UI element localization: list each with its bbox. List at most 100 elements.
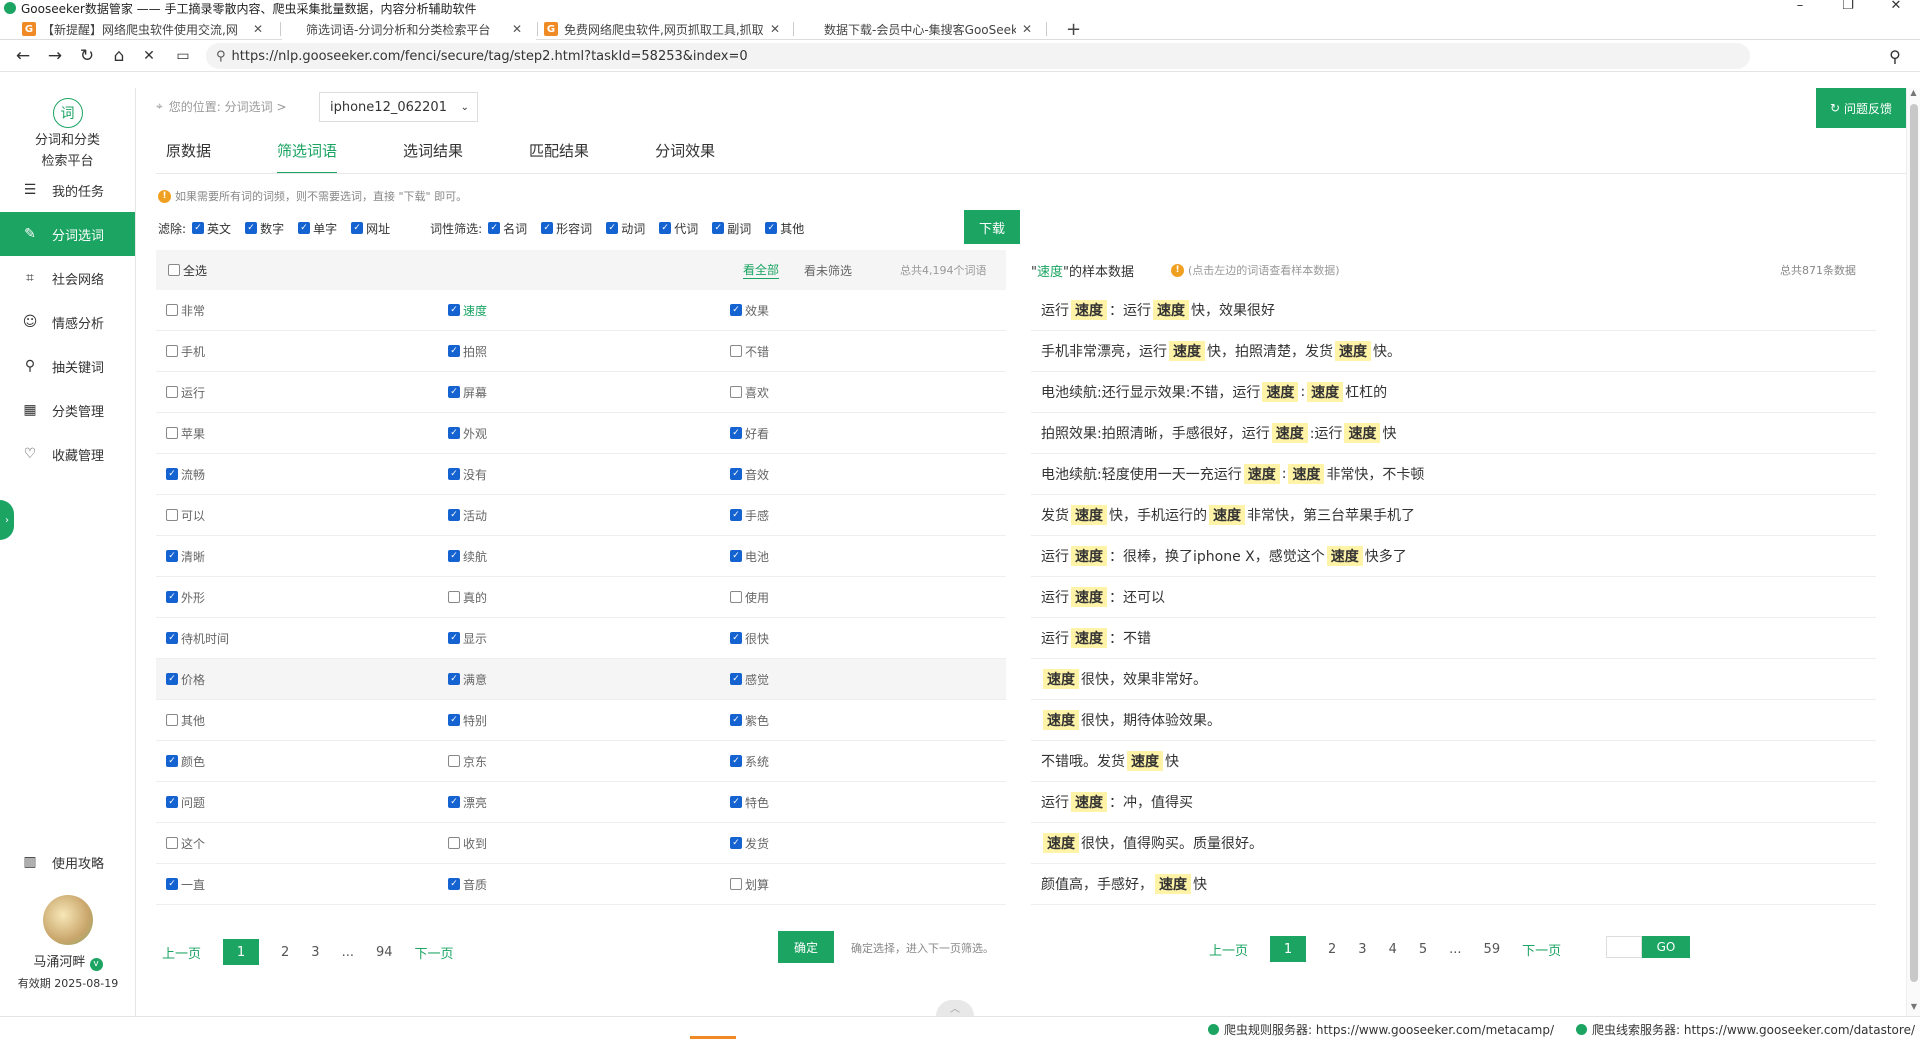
minimize-button[interactable]: –: [1776, 0, 1824, 13]
word-checkbox[interactable]: ✓ 清晰: [156, 548, 438, 565]
pos-checkbox-adjective[interactable]: ✓ 形容词: [541, 220, 592, 237]
word-label[interactable]: 不错: [745, 343, 769, 360]
word-label[interactable]: 运行: [181, 384, 205, 401]
close-window-button[interactable]: ✕: [1872, 0, 1920, 13]
word-label[interactable]: 价格: [181, 671, 205, 688]
word-checkbox[interactable]: 京东: [438, 753, 720, 770]
reload-icon[interactable]: ↻: [76, 45, 98, 67]
word-checkbox[interactable]: ✓ 续航: [438, 548, 720, 565]
avatar[interactable]: [43, 895, 93, 945]
word-label[interactable]: 特色: [745, 794, 769, 811]
word-label[interactable]: 没有: [463, 466, 487, 483]
sidebar-item-categories[interactable]: ▦ 分类管理: [0, 388, 135, 432]
confirm-button[interactable]: 确定: [778, 931, 834, 963]
word-label[interactable]: 外形: [181, 589, 205, 606]
folder-icon[interactable]: ▭: [172, 45, 194, 67]
word-checkbox[interactable]: 使用: [720, 589, 1002, 606]
select-all-checkbox[interactable]: 全选: [168, 262, 207, 279]
scroll-down-icon[interactable]: ▼: [1907, 1002, 1920, 1016]
filter-checkbox-english[interactable]: ✓ 英文: [192, 220, 231, 237]
word-label[interactable]: 外观: [463, 425, 487, 442]
word-checkbox[interactable]: ✓ 特别: [438, 712, 720, 729]
word-label[interactable]: 特别: [463, 712, 487, 729]
word-label[interactable]: 收到: [463, 835, 487, 852]
sidebar-item-keywords[interactable]: ⚲ 抽关键词: [0, 344, 135, 388]
word-label[interactable]: 满意: [463, 671, 487, 688]
word-label[interactable]: 漂亮: [463, 794, 487, 811]
prev-page-link[interactable]: 上一页: [1209, 940, 1248, 959]
filter-checkbox-url[interactable]: ✓ 网址: [351, 220, 390, 237]
word-checkbox[interactable]: ✓ 好看: [720, 425, 1002, 442]
word-checkbox[interactable]: ✓ 效果: [720, 302, 1002, 319]
tab-close-icon[interactable]: ✕: [770, 22, 780, 36]
word-checkbox[interactable]: ✓ 拍照: [438, 343, 720, 360]
page-4-button[interactable]: 4: [1389, 942, 1397, 957]
page-jump-input[interactable]: [1606, 936, 1642, 958]
scrollbar-thumb[interactable]: [1910, 104, 1918, 982]
word-label[interactable]: 效果: [745, 302, 769, 319]
word-label[interactable]: 流畅: [181, 466, 205, 483]
view-all-link[interactable]: 看全部: [743, 261, 780, 279]
back-arrow-icon[interactable]: ←: [12, 45, 34, 67]
word-checkbox[interactable]: 运行: [156, 384, 438, 401]
word-label[interactable]: 真的: [463, 589, 487, 606]
prev-page-link[interactable]: 上一页: [162, 943, 201, 962]
word-checkbox[interactable]: ✓ 速度: [438, 302, 720, 319]
word-label[interactable]: 紫色: [745, 712, 769, 729]
word-label[interactable]: 颜色: [181, 753, 205, 770]
word-checkbox[interactable]: ✓ 价格: [156, 671, 438, 688]
word-checkbox[interactable]: 收到: [438, 835, 720, 852]
tab-raw-data[interactable]: 原数据: [166, 140, 211, 174]
scroll-top-tab[interactable]: ︿: [936, 1000, 974, 1016]
word-label[interactable]: 音效: [745, 466, 769, 483]
word-checkbox[interactable]: ✓ 流畅: [156, 466, 438, 483]
browser-tab-active[interactable]: 筛选词语-分词分析和分类检索平台 ✕: [282, 18, 536, 40]
word-checkbox[interactable]: 这个: [156, 835, 438, 852]
word-label[interactable]: 问题: [181, 794, 205, 811]
word-checkbox[interactable]: ✓ 活动: [438, 507, 720, 524]
word-checkbox[interactable]: ✓ 感觉: [720, 671, 1002, 688]
word-checkbox[interactable]: ✓ 问题: [156, 794, 438, 811]
word-label[interactable]: 电池: [745, 548, 769, 565]
next-page-link[interactable]: 下一页: [1522, 940, 1561, 959]
browser-tab[interactable]: 数据下载-会员中心-集搜客GooSeeke ✕: [794, 18, 1044, 40]
stop-icon[interactable]: ✕: [138, 45, 160, 67]
task-select[interactable]: iphone12_062201 ⌄: [319, 92, 478, 122]
home-icon[interactable]: ⌂: [108, 45, 130, 67]
word-label[interactable]: 很快: [745, 630, 769, 647]
word-label[interactable]: 苹果: [181, 425, 205, 442]
word-label[interactable]: 京东: [463, 753, 487, 770]
word-label[interactable]: 好看: [745, 425, 769, 442]
pos-checkbox-pronoun[interactable]: ✓ 代词: [659, 220, 698, 237]
word-label[interactable]: 使用: [745, 589, 769, 606]
page-1-button[interactable]: 1: [223, 939, 260, 965]
word-label[interactable]: 这个: [181, 835, 205, 852]
tab-close-icon[interactable]: ✕: [512, 22, 522, 36]
page-scrollbar[interactable]: ▲ ▼: [1906, 88, 1920, 1016]
tab-selection-result[interactable]: 选词结果: [403, 140, 463, 174]
page-5-button[interactable]: 5: [1419, 942, 1427, 957]
word-checkbox[interactable]: ✓ 颜色: [156, 753, 438, 770]
word-checkbox[interactable]: ✓ 外观: [438, 425, 720, 442]
word-label[interactable]: 清晰: [181, 548, 205, 565]
feedback-button[interactable]: ↻ 问题反馈: [1816, 88, 1906, 128]
sidebar-item-favorites[interactable]: ♡ 收藏管理: [0, 432, 135, 476]
word-checkbox[interactable]: ✓ 显示: [438, 630, 720, 647]
filter-checkbox-number[interactable]: ✓ 数字: [245, 220, 284, 237]
word-checkbox[interactable]: 其他: [156, 712, 438, 729]
word-checkbox[interactable]: ✓ 系统: [720, 753, 1002, 770]
pos-checkbox-other[interactable]: ✓ 其他: [765, 220, 804, 237]
page-2-button[interactable]: 2: [281, 945, 289, 960]
word-checkbox[interactable]: 划算: [720, 876, 1002, 893]
word-checkbox[interactable]: 手机: [156, 343, 438, 360]
word-checkbox[interactable]: 非常: [156, 302, 438, 319]
word-checkbox[interactable]: 真的: [438, 589, 720, 606]
page-94-button[interactable]: 94: [376, 945, 393, 960]
word-label[interactable]: 划算: [745, 876, 769, 893]
word-checkbox[interactable]: ✓ 音效: [720, 466, 1002, 483]
sidebar-item-social-network[interactable]: ⌗ 社会网络: [0, 256, 135, 300]
word-checkbox[interactable]: ✓ 紫色: [720, 712, 1002, 729]
page-1-button[interactable]: 1: [1270, 936, 1307, 962]
word-label[interactable]: 喜欢: [745, 384, 769, 401]
page-3-button[interactable]: 3: [311, 945, 319, 960]
